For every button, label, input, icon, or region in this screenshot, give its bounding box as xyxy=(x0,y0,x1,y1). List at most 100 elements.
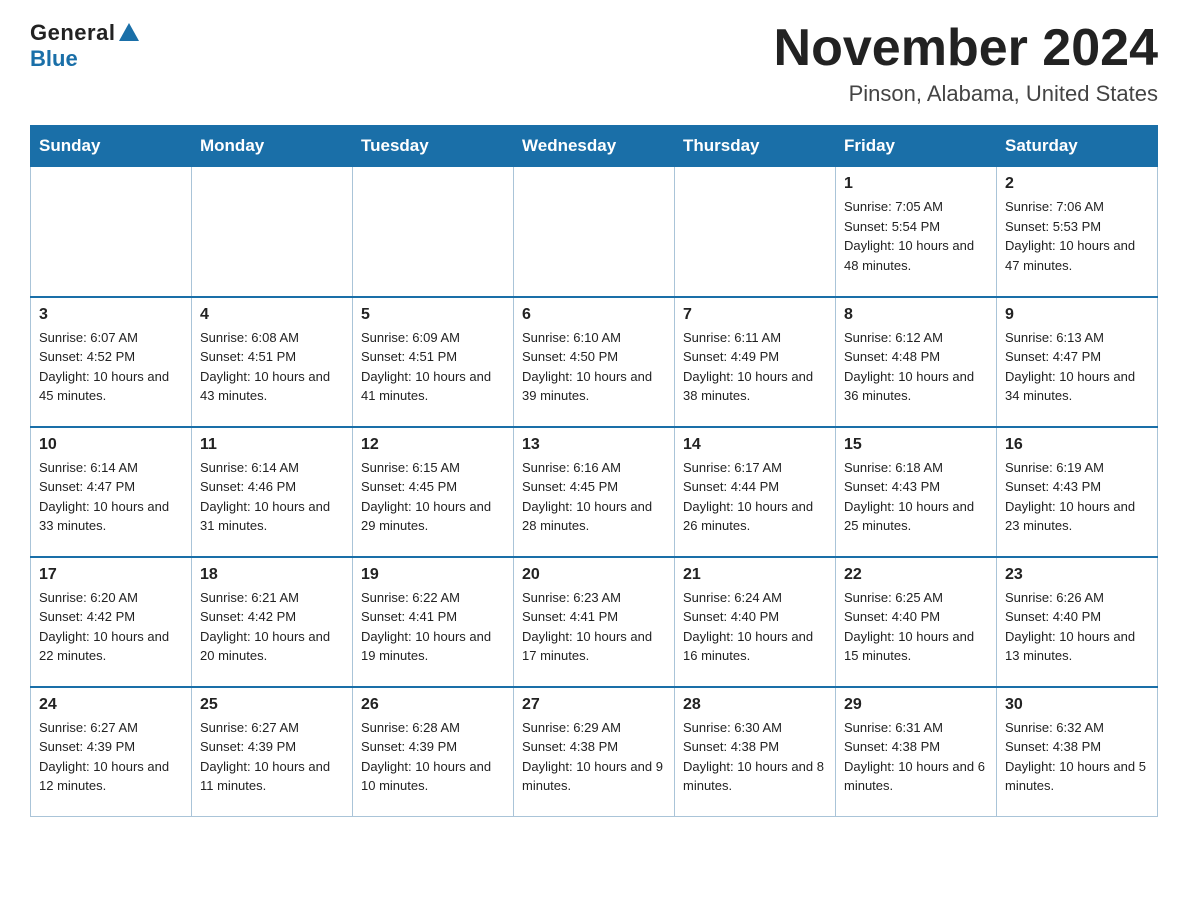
day-number: 20 xyxy=(522,566,666,584)
col-header-monday: Monday xyxy=(192,126,353,167)
calendar-cell: 4 Sunrise: 6:08 AMSunset: 4:51 PMDaylight… xyxy=(192,297,353,427)
day-info: Sunrise: 6:14 AMSunset: 4:47 PMDaylight:… xyxy=(39,458,183,536)
calendar-cell: 2Sunrise: 7:06 AMSunset: 5:53 PMDaylight… xyxy=(997,167,1158,297)
day-number: 5 xyxy=(361,306,505,324)
day-number: 23 xyxy=(1005,566,1149,584)
day-number: 19 xyxy=(361,566,505,584)
calendar-header-row: SundayMondayTuesdayWednesdayThursdayFrid… xyxy=(31,126,1158,167)
day-info: Sunrise: 6:07 AMSunset: 4:52 PMDaylight:… xyxy=(39,328,183,406)
day-number: 30 xyxy=(1005,696,1149,714)
calendar-cell xyxy=(31,167,192,297)
location-title: Pinson, Alabama, United States xyxy=(774,81,1158,107)
day-info: Sunrise: 6:13 AMSunset: 4:47 PMDaylight:… xyxy=(1005,328,1149,406)
day-info: Sunrise: 6:17 AMSunset: 4:44 PMDaylight:… xyxy=(683,458,827,536)
day-info: Sunrise: 6:19 AMSunset: 4:43 PMDaylight:… xyxy=(1005,458,1149,536)
col-header-saturday: Saturday xyxy=(997,126,1158,167)
day-info: Sunrise: 6:32 AMSunset: 4:38 PMDaylight:… xyxy=(1005,718,1149,796)
calendar-cell: 26 Sunrise: 6:28 AMSunset: 4:39 PMDayligh… xyxy=(353,687,514,817)
calendar-week-row: 24Sunrise: 6:27 AMSunset: 4:39 PMDayligh… xyxy=(31,687,1158,817)
day-number: 29 xyxy=(844,696,988,714)
day-number: 10 xyxy=(39,436,183,454)
col-header-thursday: Thursday xyxy=(675,126,836,167)
calendar-week-row: 1 Sunrise: 7:05 AMSunset: 5:54 PMDaylight… xyxy=(31,167,1158,297)
calendar-cell: 7Sunrise: 6:11 AMSunset: 4:49 PMDaylight… xyxy=(675,297,836,427)
day-info: Sunrise: 6:15 AMSunset: 4:45 PMDaylight:… xyxy=(361,458,505,536)
day-info: Sunrise: 6:10 AMSunset: 4:50 PMDaylight:… xyxy=(522,328,666,406)
logo: General Blue xyxy=(30,20,139,72)
day-info: Sunrise: 6:29 AMSunset: 4:38 PMDaylight:… xyxy=(522,718,666,796)
calendar-week-row: 3 Sunrise: 6:07 AMSunset: 4:52 PMDaylight… xyxy=(31,297,1158,427)
calendar-cell: 25Sunrise: 6:27 AMSunset: 4:39 PMDayligh… xyxy=(192,687,353,817)
day-info: Sunrise: 7:05 AMSunset: 5:54 PMDaylight:… xyxy=(844,197,988,275)
day-number: 11 xyxy=(200,436,344,454)
calendar-cell xyxy=(353,167,514,297)
calendar-cell: 23Sunrise: 6:26 AMSunset: 4:40 PMDayligh… xyxy=(997,557,1158,687)
calendar-cell: 18 Sunrise: 6:21 AMSunset: 4:42 PMDayligh… xyxy=(192,557,353,687)
col-header-wednesday: Wednesday xyxy=(514,126,675,167)
calendar-cell: 1 Sunrise: 7:05 AMSunset: 5:54 PMDaylight… xyxy=(836,167,997,297)
calendar-cell: 19 Sunrise: 6:22 AMSunset: 4:41 PMDayligh… xyxy=(353,557,514,687)
day-info: Sunrise: 6:31 AMSunset: 4:38 PMDaylight:… xyxy=(844,718,988,796)
day-info: Sunrise: 6:25 AMSunset: 4:40 PMDaylight:… xyxy=(844,588,988,666)
day-number: 2 xyxy=(1005,175,1149,193)
logo-blue-text: Blue xyxy=(30,46,78,72)
calendar-cell: 11 Sunrise: 6:14 AMSunset: 4:46 PMDayligh… xyxy=(192,427,353,557)
day-number: 8 xyxy=(844,306,988,324)
calendar-cell: 12 Sunrise: 6:15 AMSunset: 4:45 PMDayligh… xyxy=(353,427,514,557)
calendar-cell: 17 Sunrise: 6:20 AMSunset: 4:42 PMDayligh… xyxy=(31,557,192,687)
day-number: 4 xyxy=(200,306,344,324)
day-info: Sunrise: 6:20 AMSunset: 4:42 PMDaylight:… xyxy=(39,588,183,666)
header: General Blue November 2024 Pinson, Alaba… xyxy=(30,20,1158,107)
day-number: 1 xyxy=(844,175,988,193)
day-number: 18 xyxy=(200,566,344,584)
day-info: Sunrise: 6:27 AMSunset: 4:39 PMDaylight:… xyxy=(39,718,183,796)
day-number: 22 xyxy=(844,566,988,584)
day-number: 9 xyxy=(1005,306,1149,324)
calendar: SundayMondayTuesdayWednesdayThursdayFrid… xyxy=(30,125,1158,817)
calendar-cell: 10 Sunrise: 6:14 AMSunset: 4:47 PMDayligh… xyxy=(31,427,192,557)
col-header-sunday: Sunday xyxy=(31,126,192,167)
month-title: November 2024 xyxy=(774,20,1158,77)
day-info: Sunrise: 6:08 AMSunset: 4:51 PMDaylight:… xyxy=(200,328,344,406)
calendar-cell: 16 Sunrise: 6:19 AMSunset: 4:43 PMDayligh… xyxy=(997,427,1158,557)
calendar-cell: 28 Sunrise: 6:30 AMSunset: 4:38 PMDayligh… xyxy=(675,687,836,817)
calendar-cell: 5Sunrise: 6:09 AMSunset: 4:51 PMDaylight… xyxy=(353,297,514,427)
calendar-week-row: 17 Sunrise: 6:20 AMSunset: 4:42 PMDayligh… xyxy=(31,557,1158,687)
day-number: 27 xyxy=(522,696,666,714)
day-number: 12 xyxy=(361,436,505,454)
day-info: Sunrise: 6:28 AMSunset: 4:39 PMDaylight:… xyxy=(361,718,505,796)
logo-triangle-icon xyxy=(119,23,139,41)
calendar-cell: 21Sunrise: 6:24 AMSunset: 4:40 PMDayligh… xyxy=(675,557,836,687)
day-number: 3 xyxy=(39,306,183,324)
day-number: 7 xyxy=(683,306,827,324)
calendar-cell: 13 Sunrise: 6:16 AMSunset: 4:45 PMDayligh… xyxy=(514,427,675,557)
day-info: Sunrise: 6:24 AMSunset: 4:40 PMDaylight:… xyxy=(683,588,827,666)
day-info: Sunrise: 6:27 AMSunset: 4:39 PMDaylight:… xyxy=(200,718,344,796)
calendar-cell: 22 Sunrise: 6:25 AMSunset: 4:40 PMDayligh… xyxy=(836,557,997,687)
calendar-cell: 14Sunrise: 6:17 AMSunset: 4:44 PMDayligh… xyxy=(675,427,836,557)
logo-general-text: General xyxy=(30,20,115,46)
day-number: 16 xyxy=(1005,436,1149,454)
day-info: Sunrise: 6:16 AMSunset: 4:45 PMDaylight:… xyxy=(522,458,666,536)
calendar-cell: 6Sunrise: 6:10 AMSunset: 4:50 PMDaylight… xyxy=(514,297,675,427)
calendar-week-row: 10 Sunrise: 6:14 AMSunset: 4:47 PMDayligh… xyxy=(31,427,1158,557)
day-info: Sunrise: 6:12 AMSunset: 4:48 PMDaylight:… xyxy=(844,328,988,406)
col-header-tuesday: Tuesday xyxy=(353,126,514,167)
calendar-cell: 15Sunrise: 6:18 AMSunset: 4:43 PMDayligh… xyxy=(836,427,997,557)
calendar-cell: 29 Sunrise: 6:31 AMSunset: 4:38 PMDayligh… xyxy=(836,687,997,817)
day-info: Sunrise: 6:21 AMSunset: 4:42 PMDaylight:… xyxy=(200,588,344,666)
day-info: Sunrise: 6:14 AMSunset: 4:46 PMDaylight:… xyxy=(200,458,344,536)
calendar-cell xyxy=(514,167,675,297)
day-number: 26 xyxy=(361,696,505,714)
day-number: 17 xyxy=(39,566,183,584)
col-header-friday: Friday xyxy=(836,126,997,167)
day-info: Sunrise: 6:30 AMSunset: 4:38 PMDaylight:… xyxy=(683,718,827,796)
day-number: 28 xyxy=(683,696,827,714)
calendar-cell xyxy=(675,167,836,297)
day-number: 13 xyxy=(522,436,666,454)
calendar-cell: 20Sunrise: 6:23 AMSunset: 4:41 PMDayligh… xyxy=(514,557,675,687)
calendar-cell xyxy=(192,167,353,297)
calendar-cell: 27 Sunrise: 6:29 AMSunset: 4:38 PMDayligh… xyxy=(514,687,675,817)
title-area: November 2024 Pinson, Alabama, United St… xyxy=(774,20,1158,107)
day-info: Sunrise: 6:22 AMSunset: 4:41 PMDaylight:… xyxy=(361,588,505,666)
